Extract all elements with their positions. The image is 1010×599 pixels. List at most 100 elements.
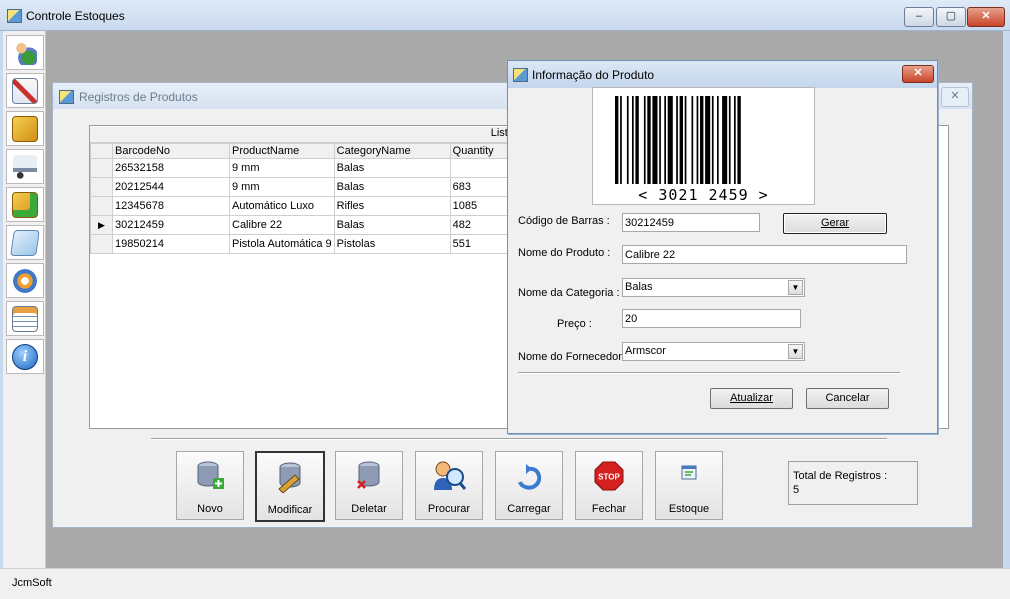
maximize-button[interactable]: ▢ [936, 7, 966, 27]
barcode-bar [615, 96, 619, 184]
stock-icon [681, 465, 697, 480]
table-cell[interactable]: Balas [333, 215, 451, 235]
barcode-bar [643, 96, 646, 184]
barcode-bar [684, 96, 687, 184]
status-text: JcmSoft [12, 577, 52, 589]
row-header[interactable] [90, 196, 113, 216]
dialog-separator [518, 372, 900, 374]
table-cell[interactable]: 20212544 [112, 177, 230, 197]
price-field[interactable]: 20 [622, 309, 801, 328]
generate-button[interactable]: Gerar [783, 213, 887, 234]
row-header[interactable] [90, 158, 113, 178]
column-header[interactable]: BarcodeNo [112, 143, 230, 159]
category-value: Balas [625, 281, 653, 293]
tool-document[interactable] [6, 301, 44, 336]
table-cell[interactable]: Automático Luxo [229, 196, 335, 216]
dialog-close-button[interactable]: ✕ [902, 65, 934, 83]
table-cell[interactable]: Balas [333, 177, 451, 197]
supplier-label: Nome do Fornecedor [518, 351, 622, 363]
database-delete-icon [357, 461, 380, 489]
table-row[interactable]: 26532158 9 mm Balas [90, 158, 526, 178]
tool-edit[interactable] [6, 73, 44, 108]
tool-users[interactable] [6, 35, 44, 70]
product-info-dialog: Informação do Produto ✕ < 3021 2459 > Có… [507, 60, 938, 434]
products-icon [12, 115, 38, 142]
search-button-label: Procurar [427, 503, 471, 515]
barcode-bar [667, 96, 673, 184]
tool-stock-in[interactable] [6, 187, 44, 222]
search-user-icon [434, 461, 466, 490]
update-button-label: Atualizar [730, 392, 773, 404]
stock-button[interactable]: Estoque [655, 451, 723, 520]
delete-button[interactable]: Deletar [335, 451, 403, 520]
products-table[interactable]: BarcodeNo ProductName CategoryName Quant… [90, 143, 526, 254]
row-header[interactable] [90, 177, 113, 197]
dialog-icon [513, 68, 528, 82]
tool-info[interactable]: i [6, 339, 44, 374]
product-name-field[interactable]: Calibre 22 [622, 245, 907, 264]
column-header[interactable]: CategoryName [333, 143, 451, 159]
supplier-select[interactable]: Armscor ▼ [622, 342, 805, 361]
close-button[interactable]: ✕ [967, 7, 1005, 27]
barcode-bar [659, 96, 661, 184]
barcode-bar [691, 96, 694, 184]
close-form-button[interactable]: STOP Fechar [575, 451, 643, 520]
table-row-selected[interactable]: ▶ 30212459 Calibre 22 Balas 482 [90, 215, 526, 235]
table-cell[interactable]: 19850214 [112, 234, 230, 254]
barcode-bar [696, 96, 699, 184]
table-cell[interactable]: 9 mm [229, 177, 335, 197]
tool-products[interactable] [6, 111, 44, 146]
app-title: Controle Estoques [26, 9, 125, 23]
products-window-close-button[interactable]: ✕ [941, 87, 969, 107]
users-icon [13, 40, 37, 65]
product-name-label: Nome do Produto : [518, 247, 611, 259]
table-row[interactable]: 19850214 Pistola Automática 9 Pistolas 5… [90, 234, 526, 254]
modify-button[interactable]: Modificar [255, 451, 325, 522]
cancel-button[interactable]: Cancelar [806, 388, 889, 409]
table-cell[interactable]: 12345678 [112, 196, 230, 216]
table-cell[interactable]: Balas [333, 158, 451, 178]
report-icon [10, 229, 40, 256]
table-cell[interactable]: Pistolas [333, 234, 451, 254]
barcode-bar [620, 96, 622, 184]
reload-button[interactable]: Carregar [495, 451, 563, 520]
tool-report[interactable] [6, 225, 44, 260]
table-cell[interactable]: Calibre 22 [229, 215, 335, 235]
barcode-bar [734, 96, 736, 184]
table-cell[interactable]: Pistola Automática 9 [229, 234, 335, 254]
search-button[interactable]: Procurar [415, 451, 483, 520]
table-row[interactable]: 20212544 9 mm Balas 683 [90, 177, 526, 197]
main-title-bar: Controle Estoques – ▢ ✕ [0, 0, 1010, 31]
tool-delivery[interactable] [6, 149, 44, 184]
table-cell[interactable]: Rifles [333, 196, 451, 216]
table-cell[interactable]: 9 mm [229, 158, 335, 178]
minimize-button[interactable]: – [904, 7, 934, 27]
category-label: Nome da Categoria : [518, 287, 620, 299]
row-header-corner [90, 143, 113, 159]
modify-button-label: Modificar [267, 504, 313, 516]
document-icon [12, 305, 38, 332]
reload-button-label: Carregar [507, 503, 551, 515]
update-button[interactable]: Atualizar [710, 388, 793, 409]
chevron-down-icon[interactable]: ▼ [788, 344, 803, 359]
row-header-current[interactable]: ▶ [90, 215, 113, 235]
window-icon [59, 90, 74, 104]
table-row[interactable]: 12345678 Automático Luxo Rifles 1085 [90, 196, 526, 216]
chevron-down-icon[interactable]: ▼ [788, 280, 803, 295]
stop-icon: STOP [594, 461, 624, 491]
barcode-bar [711, 96, 714, 184]
column-header[interactable]: ProductName [229, 143, 335, 159]
generate-button-label: Gerar [820, 217, 850, 229]
barcode-bar [722, 96, 728, 184]
database-edit-icon [278, 462, 301, 493]
table-cell[interactable]: 30212459 [112, 215, 230, 235]
category-select[interactable]: Balas ▼ [622, 278, 805, 297]
row-header[interactable] [90, 234, 113, 254]
barcode-image: < 3021 2459 > [592, 87, 815, 205]
table-cell[interactable]: 26532158 [112, 158, 230, 178]
new-button[interactable]: Novo [176, 451, 244, 520]
stock-in-icon [12, 191, 38, 218]
barcode-bar [676, 96, 678, 184]
barcode-field[interactable]: 30212459 [622, 213, 760, 232]
tool-settings[interactable] [6, 263, 44, 298]
